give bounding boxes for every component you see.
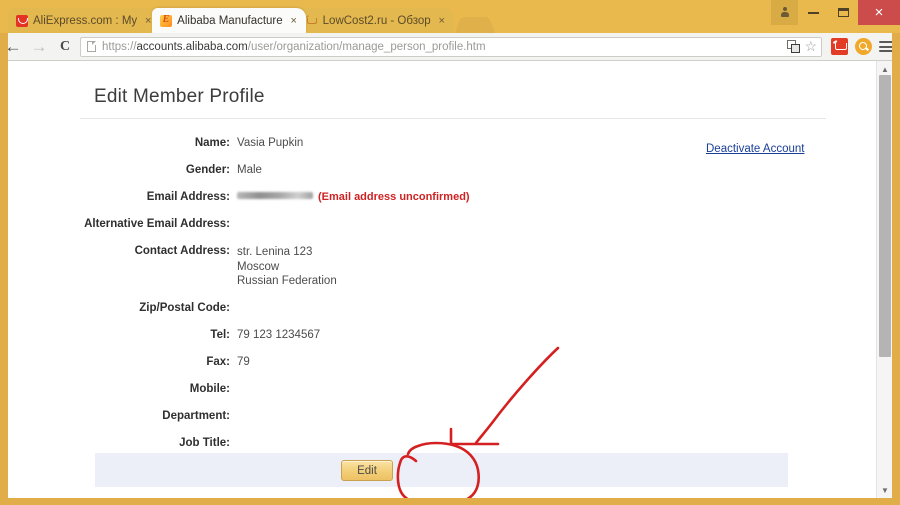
tab-close-icon[interactable]: × bbox=[288, 15, 300, 27]
form-action-bar bbox=[95, 453, 788, 487]
field-value: Male bbox=[237, 164, 262, 176]
reload-button[interactable]: C bbox=[52, 39, 78, 55]
tab-title: LowCost2.ru - Обзор bbox=[322, 14, 431, 27]
address-line-2: Moscow bbox=[237, 260, 280, 273]
edit-button[interactable]: Edit bbox=[341, 460, 393, 481]
address-line-1: str. Lenina 123 bbox=[237, 246, 313, 258]
field-label: Email Address: bbox=[146, 191, 230, 203]
window-frame-left bbox=[0, 33, 8, 505]
profile-form: Name: Vasia Pupkin Gender: Male Email Ad… bbox=[8, 137, 876, 464]
field-label: Alternative Email Address: bbox=[84, 218, 230, 230]
alibaba-favicon-icon bbox=[160, 14, 173, 27]
window-controls: × bbox=[771, 0, 900, 25]
tab-list: AliExpress.com : My × Alibaba Manufactur… bbox=[8, 6, 488, 33]
field-row-department: Department: bbox=[8, 410, 876, 437]
tab-title: Alibaba Manufacture bbox=[177, 14, 283, 27]
maximize-icon bbox=[837, 8, 849, 17]
field-value: 79 123 1234567 bbox=[237, 329, 321, 341]
scrollbar-thumb[interactable] bbox=[879, 75, 891, 357]
cart-extension-icon[interactable] bbox=[831, 38, 848, 55]
address-line-3: Russian Federation bbox=[237, 275, 337, 287]
field-row-gender: Gender: Male bbox=[8, 164, 876, 191]
field-value: 79 bbox=[237, 356, 250, 368]
field-row-zip-postal-code: Zip/Postal Code: bbox=[8, 302, 876, 329]
url-scheme: https:// bbox=[102, 40, 137, 53]
field-label: Fax: bbox=[206, 356, 230, 368]
user-profile-icon[interactable] bbox=[771, 0, 798, 25]
title-divider bbox=[80, 118, 826, 119]
close-window-button[interactable]: × bbox=[858, 0, 900, 25]
aliexpress-favicon-icon bbox=[16, 14, 28, 27]
url-path: /user/organization/manage_person_profile… bbox=[247, 40, 486, 53]
field-value: (Email address unconfirmed) bbox=[237, 191, 470, 203]
url-text: https://accounts.alibaba.com/user/organi… bbox=[102, 41, 486, 53]
minimize-icon bbox=[807, 11, 819, 14]
search-extension-icon[interactable] bbox=[855, 38, 872, 55]
tab-title: AliExpress.com : My bbox=[33, 14, 138, 27]
field-label: Name: bbox=[194, 137, 230, 149]
field-label: Job Title: bbox=[179, 437, 230, 449]
page-title: Edit Member Profile bbox=[94, 86, 265, 107]
field-value: Vasia Pupkin bbox=[237, 137, 304, 149]
browser-window: AliExpress.com : My × Alibaba Manufactur… bbox=[0, 0, 900, 505]
page-viewport: Edit Member Profile Deactivate Account N… bbox=[8, 61, 892, 498]
field-row-fax: Fax: 79 bbox=[8, 356, 876, 383]
field-value: str. Lenina 123 Moscow Russian Federatio… bbox=[237, 245, 337, 289]
lowcost-favicon-icon bbox=[306, 15, 318, 27]
field-label: Department: bbox=[162, 410, 230, 422]
field-row-email-address: Email Address: (Email address unconfirme… bbox=[8, 191, 876, 218]
field-label: Zip/Postal Code: bbox=[139, 302, 230, 314]
email-unconfirmed-note: (Email address unconfirmed) bbox=[318, 191, 470, 203]
address-bar[interactable]: https://accounts.alibaba.com/user/organi… bbox=[80, 36, 822, 57]
minimize-button[interactable] bbox=[798, 0, 828, 25]
chrome-menu-icon[interactable] bbox=[879, 41, 893, 52]
field-row-tel: Tel: 79 123 1234567 bbox=[8, 329, 876, 356]
bookmark-star-icon[interactable]: ☆ bbox=[804, 39, 817, 53]
field-label: Tel: bbox=[210, 329, 230, 341]
person-icon bbox=[780, 7, 789, 18]
maximize-button[interactable] bbox=[828, 0, 858, 25]
window-frame-bottom bbox=[0, 498, 900, 505]
field-label: Contact Address: bbox=[134, 245, 230, 257]
tab-alibaba[interactable]: Alibaba Manufacture × bbox=[152, 8, 306, 33]
translate-icon[interactable] bbox=[787, 40, 801, 53]
tab-strip: AliExpress.com : My × Alibaba Manufactur… bbox=[0, 0, 900, 33]
forward-button[interactable]: → bbox=[26, 37, 52, 57]
tab-aliexpress[interactable]: AliExpress.com : My × bbox=[8, 8, 161, 33]
scroll-down-icon[interactable]: ▼ bbox=[877, 482, 893, 498]
omnibox-actions: ☆ bbox=[787, 39, 817, 53]
redacted-email-value bbox=[237, 192, 313, 200]
field-row-name: Name: Vasia Pupkin bbox=[8, 137, 876, 164]
url-host: accounts.alibaba.com bbox=[136, 40, 248, 53]
tab-lowcost[interactable]: LowCost2.ru - Обзор × bbox=[297, 8, 454, 33]
field-row-contact-address: Contact Address: str. Lenina 123 Moscow … bbox=[8, 245, 876, 302]
field-label: Mobile: bbox=[189, 383, 230, 395]
new-tab-button[interactable] bbox=[461, 17, 488, 33]
page-info-icon[interactable] bbox=[87, 41, 96, 52]
extension-icons bbox=[826, 38, 900, 55]
page-content: Edit Member Profile Deactivate Account N… bbox=[8, 61, 876, 498]
vertical-scrollbar[interactable]: ▲ ▼ bbox=[876, 61, 892, 498]
field-row-alternative-email-address: Alternative Email Address: bbox=[8, 218, 876, 245]
tab-close-icon[interactable]: × bbox=[436, 15, 448, 27]
window-frame-right bbox=[892, 33, 900, 505]
browser-toolbar: ← → C https://accounts.alibaba.com/user/… bbox=[0, 33, 900, 61]
field-row-mobile: Mobile: bbox=[8, 383, 876, 410]
field-label: Gender: bbox=[185, 164, 230, 176]
